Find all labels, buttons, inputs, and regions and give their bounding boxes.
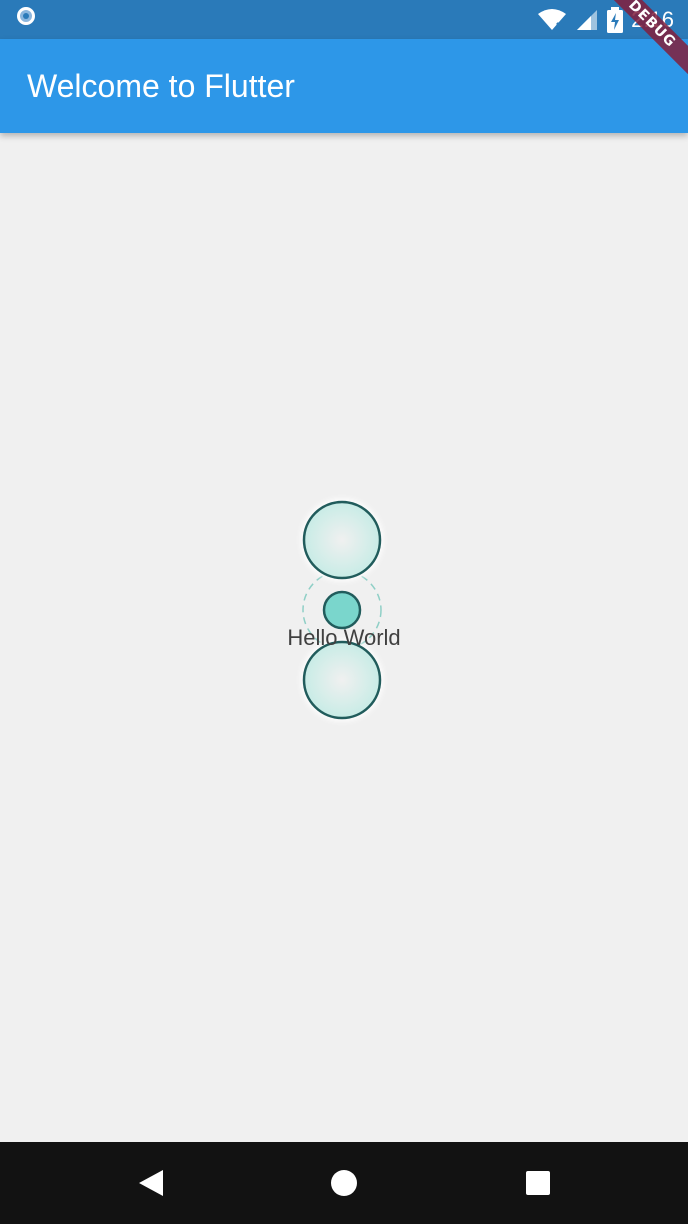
center-node[interactable]	[322, 590, 362, 630]
wifi-icon	[538, 8, 567, 30]
back-icon	[139, 1170, 163, 1196]
bottom-circle[interactable]	[302, 640, 382, 720]
home-icon	[331, 1170, 357, 1196]
battery-charging-icon	[607, 6, 624, 33]
status-bar: 2:16	[0, 0, 688, 39]
content-area: Hello World	[0, 133, 688, 1142]
top-circle[interactable]	[302, 500, 382, 580]
app-indicator-icon	[17, 7, 35, 25]
navigation-bar	[0, 1142, 688, 1224]
hello-text: Hello World	[287, 625, 401, 650]
app-bar: Welcome to Flutter	[0, 39, 688, 133]
signal-icon	[577, 9, 598, 30]
recent-apps-icon	[526, 1171, 550, 1195]
back-button[interactable]	[101, 1142, 201, 1224]
home-button[interactable]	[294, 1142, 394, 1224]
recent-apps-button[interactable]	[488, 1142, 588, 1224]
page-title: Welcome to Flutter	[27, 68, 295, 104]
